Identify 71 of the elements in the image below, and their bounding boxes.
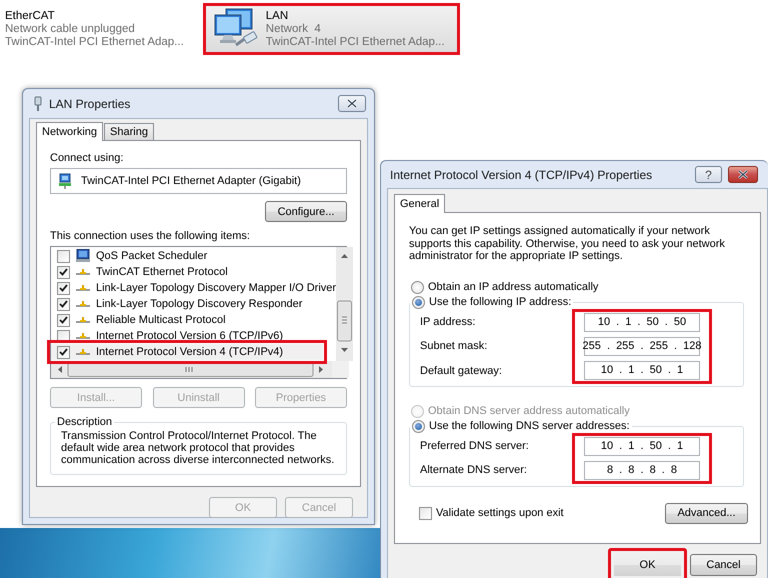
radio-label: Use the following DNS server addresses: xyxy=(429,420,630,432)
intro-text: You can get IP settings assigned automatically if your network supports this capability. Otherwise, you need to ask your network administrator for the appropriate IP settings. xyxy=(409,225,726,262)
radio-label: Use the following IP address: xyxy=(429,296,572,308)
network-protocol-icon xyxy=(75,268,91,276)
ip-address-field[interactable]: 255 . 255 . 255 . 128 xyxy=(584,336,700,356)
help-button[interactable]: ? xyxy=(695,166,722,183)
checkbox[interactable] xyxy=(57,314,70,326)
network-protocol-icon xyxy=(75,284,91,292)
adapter-status: Network cable unplugged xyxy=(5,23,136,35)
checkbox[interactable] xyxy=(57,346,70,358)
network-protocol-icon xyxy=(75,300,91,308)
ip-address-field[interactable]: 10 . 1 . 50 . 1 xyxy=(584,360,700,380)
list-item[interactable]: Reliable Multicast Protocol xyxy=(51,312,336,328)
horizontal-scrollbar[interactable] xyxy=(51,361,349,378)
tab[interactable]: General xyxy=(394,194,446,213)
ip-address-field[interactable]: 8 . 8 . 8 . 8 xyxy=(584,460,700,480)
connect-using-label: Connect using: xyxy=(50,152,124,164)
tab[interactable]: Networking xyxy=(36,122,104,141)
radio-label: Obtain an IP address automatically xyxy=(428,281,598,293)
network-adapter-tile[interactable]: LAN Network 4 TwinCAT-Intel PCI Ethernet Adap... xyxy=(202,3,460,55)
close-icon xyxy=(738,170,748,179)
field-label: IP address: xyxy=(420,314,476,330)
checkbox[interactable] xyxy=(57,298,70,310)
checkbox[interactable] xyxy=(57,250,70,262)
network-protocol-icon xyxy=(75,332,91,340)
field-label: Subnet mask: xyxy=(420,339,488,354)
list-item[interactable]: Link-Layer Topology Discovery Responder xyxy=(51,296,336,312)
checkbox[interactable] xyxy=(419,506,432,520)
items-label: This connection uses the following items: xyxy=(50,230,251,242)
close-icon xyxy=(347,99,357,108)
network-adapter-icon xyxy=(57,173,73,189)
network-protocol-icon xyxy=(75,316,91,324)
description-title: Description xyxy=(56,416,114,428)
adapter-field: TwinCAT-Intel PCI Ethernet Adapter (Gigabit) xyxy=(50,168,347,194)
adapter-device: TwinCAT-Intel PCI Ethernet Adap... xyxy=(5,36,184,48)
network-adapter-tile[interactable]: EtherCAT Network cable unplugged TwinCAT-Intel PCI Ethernet Adap... xyxy=(2,3,199,55)
list-item[interactable]: Internet Protocol Version 4 (TCP/IPv4) xyxy=(51,344,324,360)
adapter-device: TwinCAT-Intel PCI Ethernet Adap... xyxy=(266,36,445,48)
dialog-button[interactable]: OK xyxy=(608,548,687,578)
close-button[interactable] xyxy=(338,95,366,112)
window-title: LAN Properties xyxy=(49,96,130,110)
network-plug-icon xyxy=(33,96,43,112)
dialog-button[interactable]: Cancel xyxy=(690,554,757,576)
radio-label: Obtain DNS server address automatically xyxy=(428,405,630,417)
list-item[interactable]: Link-Layer Topology Discovery Mapper I/O Driver xyxy=(51,280,336,296)
tab[interactable]: Sharing xyxy=(104,123,154,140)
radio-button[interactable] xyxy=(412,296,425,308)
checkbox[interactable] xyxy=(57,330,70,342)
window-title: Internet Protocol Version 4 (TCP/IPv4) Properties xyxy=(390,168,652,182)
configure-button[interactable]: Configure... xyxy=(265,201,347,222)
radio-button[interactable] xyxy=(411,280,424,294)
field-label: Preferred DNS server: xyxy=(420,438,530,454)
network-protocol-icon xyxy=(75,348,91,356)
adapter-name: LAN xyxy=(266,10,290,22)
monitor-icon xyxy=(75,249,91,263)
list-item[interactable]: TwinCAT Ethernet Protocol xyxy=(51,264,336,280)
vertical-scrollbar[interactable] xyxy=(336,247,354,361)
radio-button[interactable] xyxy=(412,420,425,432)
checkbox[interactable] xyxy=(57,266,70,278)
checkbox[interactable] xyxy=(57,282,70,294)
field-label: Alternate DNS server: xyxy=(420,463,528,478)
list-item[interactable]: QoS Packet Scheduler xyxy=(51,248,336,264)
adapter-status: Network 4 xyxy=(266,23,322,35)
close-button[interactable] xyxy=(728,166,758,183)
adapter-name: EtherCAT xyxy=(5,10,56,22)
ip-address-field[interactable]: 10 . 1 . 50 . 1 xyxy=(584,436,700,456)
checkbox-label: Validate settings upon exit xyxy=(436,507,564,519)
field-label: Default gateway: xyxy=(420,364,503,378)
advanced-button[interactable]: Advanced... xyxy=(665,502,748,524)
ip-address-field[interactable]: 10 . 1 . 50 . 50 xyxy=(584,312,700,332)
description-text: Transmission Control Protocol/Internet Protocol. The default wide area network protocol that provides communication across diverse interconnected networks. xyxy=(61,430,336,466)
